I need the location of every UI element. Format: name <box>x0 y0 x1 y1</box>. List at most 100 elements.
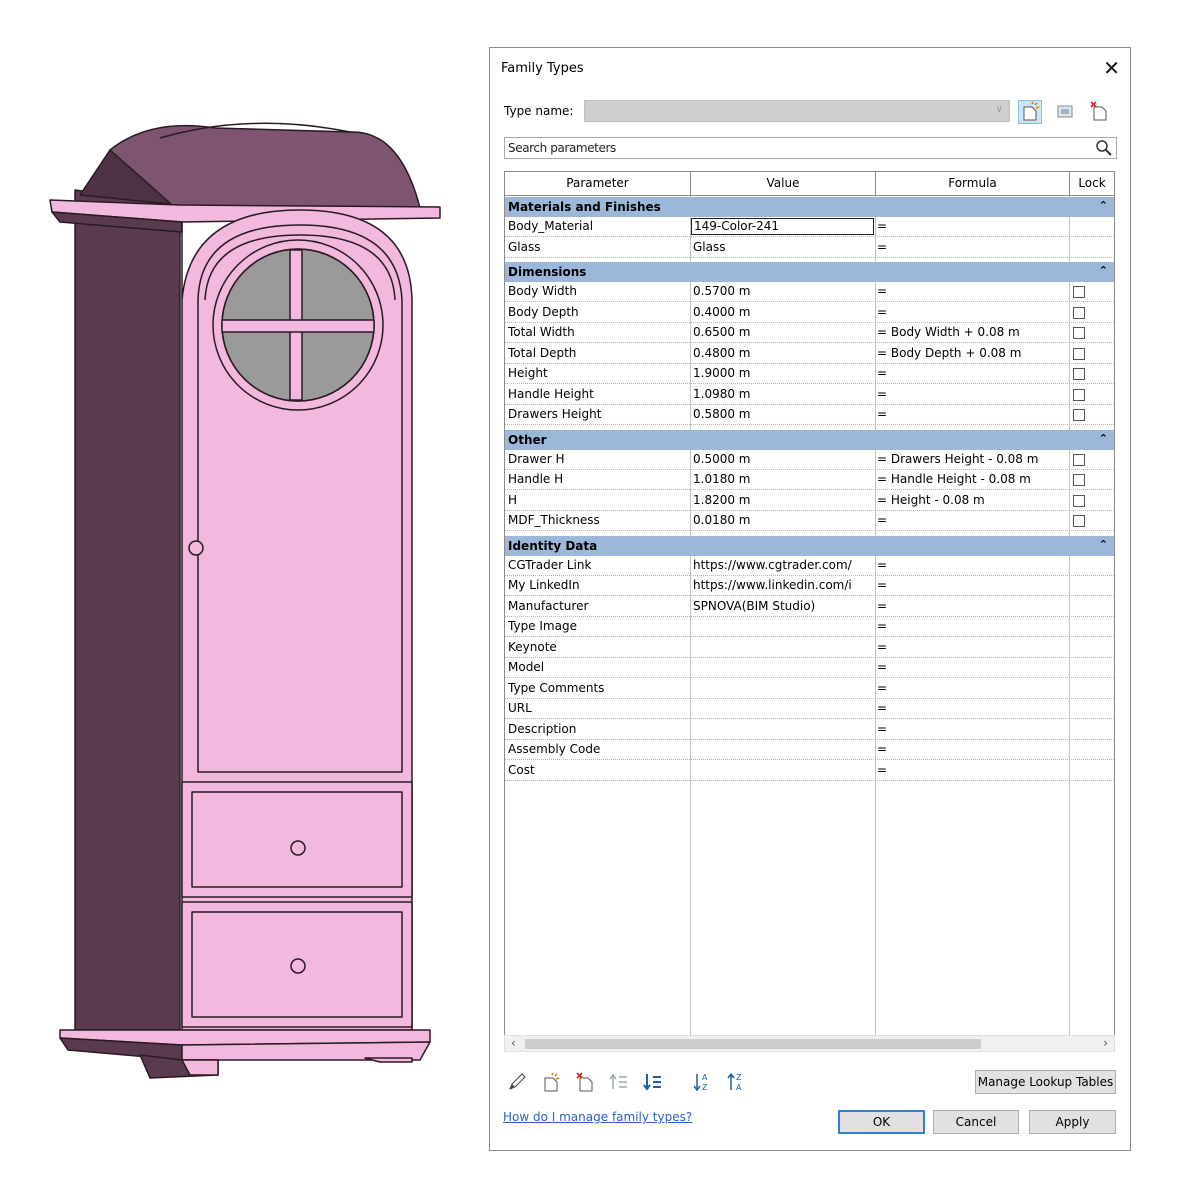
ok-button[interactable]: OK <box>838 1110 925 1134</box>
scroll-right-icon[interactable]: › <box>1103 1036 1108 1050</box>
table-row[interactable]: URL = <box>505 699 1114 719</box>
delete-parameter-icon[interactable] <box>574 1071 596 1093</box>
formula-field[interactable]: = <box>877 385 1065 404</box>
table-row[interactable]: Assembly Code = <box>505 740 1114 760</box>
cancel-button[interactable]: Cancel <box>933 1110 1019 1134</box>
table-row[interactable]: Drawers Height 0.5800 m = <box>505 405 1114 425</box>
formula-field[interactable]: = <box>877 617 1065 636</box>
formula-field[interactable]: = <box>877 282 1065 301</box>
table-row[interactable]: Body Width 0.5700 m = <box>505 282 1114 302</box>
value-field[interactable]: 0.4800 m <box>693 344 873 363</box>
collapse-icon[interactable]: ⌃ <box>1099 535 1108 555</box>
lock-checkbox[interactable] <box>1073 306 1085 319</box>
search-icon[interactable] <box>1095 139 1113 157</box>
table-row[interactable]: My LinkedIn https://www.linkedin.com/i = <box>505 576 1114 596</box>
lock-checkbox[interactable] <box>1073 409 1085 421</box>
new-type-button[interactable] <box>1018 100 1042 124</box>
move-down-icon[interactable] <box>642 1071 664 1093</box>
collapse-icon[interactable]: ⌃ <box>1099 196 1108 216</box>
formula-field[interactable]: = <box>877 303 1065 322</box>
table-row[interactable]: CGTrader Link https://www.cgtrader.com/= <box>505 556 1114 576</box>
lock-checkbox[interactable] <box>1073 347 1085 360</box>
value-field[interactable]: 0.4000 m <box>693 303 873 322</box>
value-field[interactable]: Glass <box>693 238 873 257</box>
formula-field[interactable]: = <box>877 217 1065 236</box>
formula-field[interactable]: = Body Width + 0.08 m <box>877 323 1065 342</box>
table-row[interactable]: H 1.8200 m = Height - 0.08 m <box>505 491 1114 511</box>
manage-lookup-tables-button[interactable]: Manage Lookup Tables <box>975 1070 1116 1094</box>
close-icon[interactable]: ✕ <box>1103 56 1120 80</box>
scroll-left-icon[interactable]: ‹ <box>511 1036 516 1050</box>
model-viewport[interactable] <box>0 0 480 1200</box>
collapse-icon[interactable]: ⌃ <box>1099 429 1108 449</box>
new-parameter-icon[interactable] <box>540 1071 562 1093</box>
table-row[interactable]: Handle Height 1.0980 m = <box>505 385 1114 405</box>
collapse-icon[interactable]: ⌃ <box>1099 261 1108 281</box>
value-field[interactable]: SPNOVA(BIM Studio) <box>693 597 873 616</box>
formula-field[interactable]: = <box>877 238 1065 257</box>
table-row[interactable]: Type Comments = <box>505 679 1114 699</box>
table-row[interactable]: Handle H 1.0180 m = Handle Height - 0.08 m <box>505 470 1114 490</box>
title-bar[interactable]: Family Types ✕ <box>490 54 1130 86</box>
table-row[interactable]: Height 1.9000 m = <box>505 364 1114 384</box>
table-row[interactable]: Description = <box>505 720 1114 740</box>
formula-field[interactable]: = <box>877 511 1065 530</box>
parameters-grid[interactable]: Parameter Value Formula Lock Materials a… <box>504 171 1115 1049</box>
help-link[interactable]: How do I manage family types? <box>503 1110 692 1124</box>
formula-field[interactable]: = <box>877 597 1065 616</box>
horizontal-scrollbar[interactable]: ‹ › <box>504 1035 1115 1052</box>
value-field[interactable]: 0.0180 m <box>693 511 873 530</box>
formula-field[interactable]: = <box>877 638 1065 657</box>
table-row[interactable]: Total Width 0.6500 m = Body Width + 0.08 m <box>505 323 1114 343</box>
lock-checkbox[interactable] <box>1073 494 1085 507</box>
formula-field[interactable]: = <box>877 556 1065 575</box>
table-row[interactable]: Total Depth 0.4800 m = Body Depth + 0.08 m <box>505 344 1114 364</box>
formula-field[interactable]: = Height - 0.08 m <box>877 491 1065 510</box>
formula-field[interactable]: = <box>877 576 1065 595</box>
lock-checkbox[interactable] <box>1073 388 1085 401</box>
apply-button[interactable]: Apply <box>1029 1110 1116 1134</box>
value-field[interactable]: 149-Color-241 <box>691 218 874 235</box>
value-field[interactable]: 0.5800 m <box>693 405 873 424</box>
value-field[interactable]: 1.8200 m <box>693 491 873 510</box>
table-row[interactable]: Model = <box>505 658 1114 678</box>
search-parameters-input[interactable]: Search parameters <box>504 137 1117 159</box>
delete-type-button[interactable] <box>1088 100 1112 124</box>
formula-field[interactable]: = <box>877 364 1065 383</box>
table-row[interactable]: Type Image = <box>505 617 1114 637</box>
value-field[interactable]: https://www.linkedin.com/i <box>693 576 873 595</box>
sort-ascending-icon[interactable]: A Z <box>692 1071 714 1093</box>
group-header[interactable]: Other ⌃ <box>505 429 1114 450</box>
formula-field[interactable]: = <box>877 740 1065 759</box>
formula-field[interactable]: = <box>877 699 1065 718</box>
lock-checkbox[interactable] <box>1073 286 1085 298</box>
value-field[interactable]: 1.9000 m <box>693 364 873 383</box>
scrollbar-thumb[interactable] <box>525 1039 981 1049</box>
table-row[interactable]: Manufacturer SPNOVA(BIM Studio) = <box>505 597 1114 617</box>
table-row[interactable]: Keynote = <box>505 638 1114 658</box>
column-header-parameter[interactable]: Parameter <box>505 172 691 196</box>
formula-field[interactable]: = Handle Height - 0.08 m <box>877 470 1065 489</box>
formula-field[interactable]: = <box>877 720 1065 739</box>
column-header-value[interactable]: Value <box>691 172 876 196</box>
lock-checkbox[interactable] <box>1073 515 1085 527</box>
formula-field[interactable]: = <box>877 761 1065 780</box>
table-row[interactable]: Body_Material 149-Color-241 = <box>505 217 1114 237</box>
type-name-dropdown[interactable]: ∨ <box>584 100 1010 122</box>
table-row[interactable]: MDF_Thickness 0.0180 m = <box>505 511 1114 531</box>
formula-field[interactable]: = <box>877 658 1065 677</box>
column-header-formula[interactable]: Formula <box>876 172 1070 196</box>
move-up-icon[interactable] <box>608 1071 630 1093</box>
group-header[interactable]: Materials and Finishes ⌃ <box>505 197 1114 217</box>
table-row[interactable]: Drawer H 0.5000 m = Drawers Height - 0.08 … <box>505 450 1114 470</box>
value-field[interactable]: 1.0180 m <box>693 470 873 489</box>
value-field[interactable]: https://www.cgtrader.com/ <box>693 556 873 575</box>
group-header[interactable]: Dimensions ⌃ <box>505 262 1114 282</box>
formula-field[interactable]: = Drawers Height - 0.08 m <box>877 450 1065 469</box>
value-field[interactable]: 0.5000 m <box>693 450 873 469</box>
table-row[interactable]: Glass Glass = <box>505 238 1114 258</box>
lock-checkbox[interactable] <box>1073 368 1085 380</box>
value-field[interactable]: 0.6500 m <box>693 323 873 342</box>
value-field[interactable]: 0.5700 m <box>693 282 873 301</box>
sort-descending-icon[interactable]: Z A <box>726 1071 748 1093</box>
